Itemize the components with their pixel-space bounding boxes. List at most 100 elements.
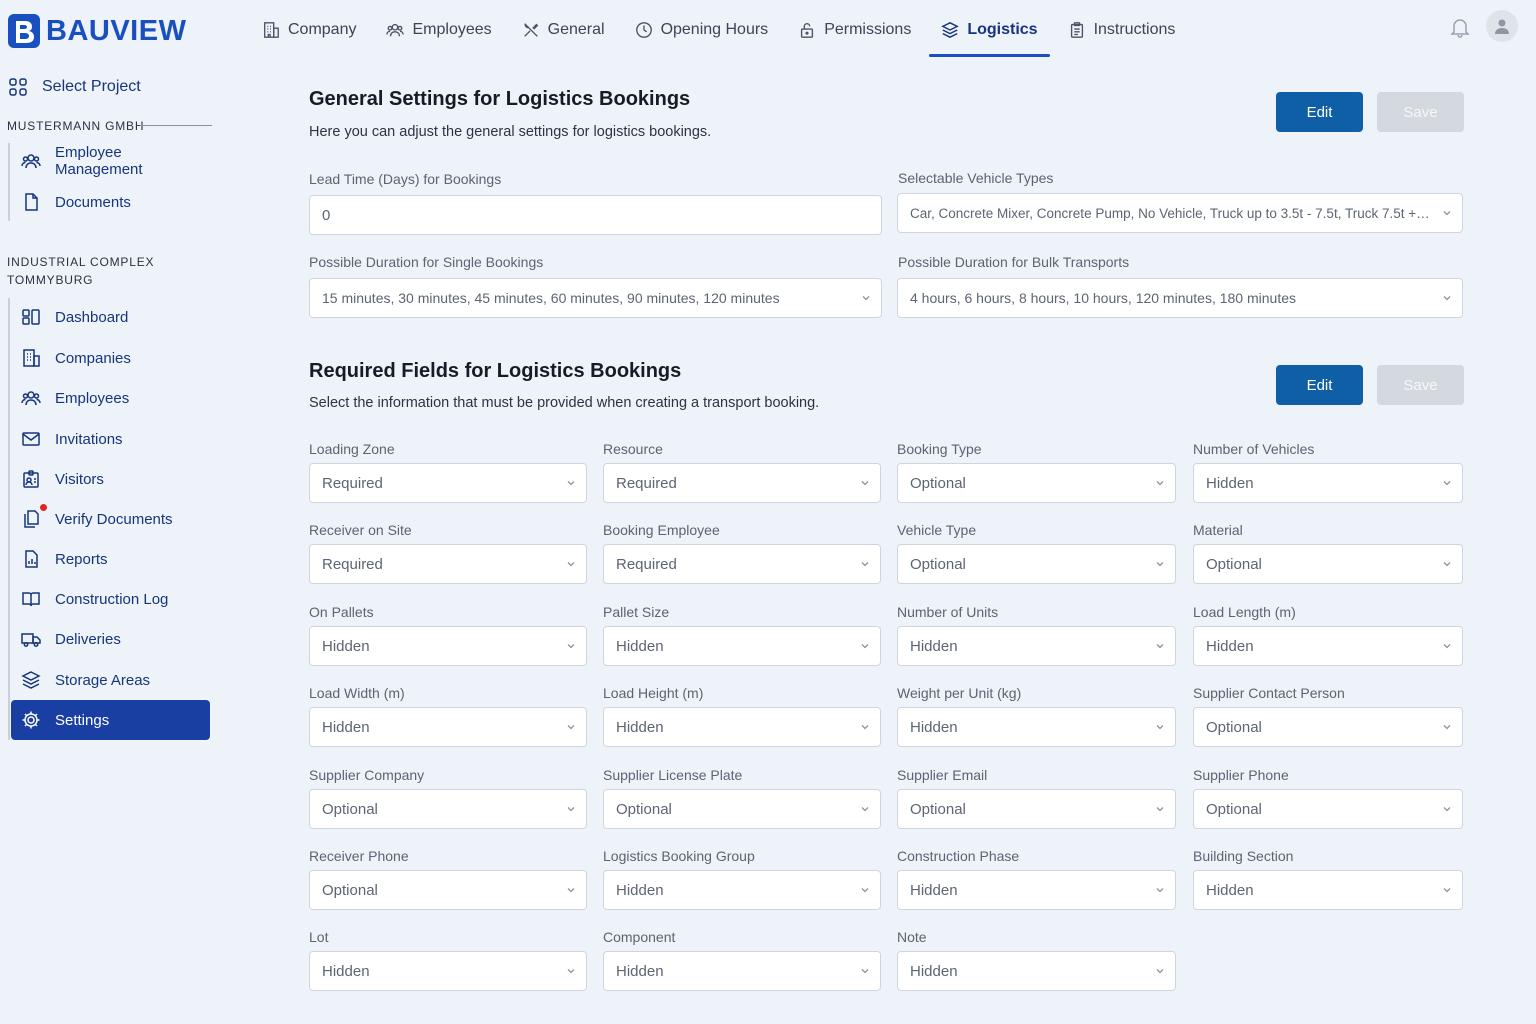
chevron-down-icon bbox=[1156, 481, 1164, 486]
sidebar-item-label: Construction Log bbox=[55, 590, 169, 608]
select-project-label: Select Project bbox=[42, 78, 141, 95]
weight-per-unit-kg-select[interactable]: Hidden bbox=[897, 707, 1176, 747]
resource-label: Resource bbox=[603, 441, 663, 457]
tab-logistics[interactable]: Logistics bbox=[929, 0, 1050, 60]
supplier-license-plate-select[interactable]: Optional bbox=[603, 789, 881, 829]
loading-zone-value: Required bbox=[322, 474, 383, 492]
tab-label: Opening Hours bbox=[660, 21, 769, 38]
sidebar-item-label: Verify Documents bbox=[55, 510, 173, 528]
chevron-down-icon bbox=[861, 969, 869, 974]
truck-icon bbox=[21, 633, 41, 647]
sidebar-item-documents[interactable]: Documents bbox=[11, 182, 210, 222]
tab-opening-hours[interactable]: Opening Hours bbox=[623, 0, 781, 60]
sidebar-item-deliveries[interactable]: Deliveries bbox=[11, 619, 210, 659]
component-select[interactable]: Hidden bbox=[603, 951, 881, 991]
sidebar-item-visitors[interactable]: Visitors bbox=[11, 459, 210, 499]
sidebar-item-label: Visitors bbox=[55, 470, 104, 488]
supplier-license-plate-value: Optional bbox=[616, 800, 672, 818]
number-of-units-select[interactable]: Hidden bbox=[897, 626, 1176, 666]
tab-instructions[interactable]: Instructions bbox=[1056, 0, 1188, 60]
clock-icon bbox=[635, 22, 652, 38]
lot-select[interactable]: Hidden bbox=[309, 951, 587, 991]
load-length-m-select[interactable]: Hidden bbox=[1193, 626, 1463, 666]
resource-select[interactable]: Required bbox=[603, 463, 881, 503]
sidebar-item-construction-log[interactable]: Construction Log bbox=[11, 579, 210, 619]
supplier-phone-select[interactable]: Optional bbox=[1193, 789, 1463, 829]
brand-logo[interactable]: BAUVIEW bbox=[8, 14, 186, 48]
select-project-link[interactable]: Select Project bbox=[8, 77, 141, 97]
sidebar-item-settings[interactable]: Settings bbox=[11, 700, 210, 740]
general-edit-button[interactable]: Edit bbox=[1276, 92, 1363, 132]
vehicle-type-select[interactable]: Optional bbox=[897, 544, 1176, 584]
tab-label: Instructions bbox=[1093, 21, 1176, 38]
supplier-email-select[interactable]: Optional bbox=[897, 789, 1176, 829]
avatar[interactable] bbox=[1486, 10, 1518, 42]
sidebar-item-employees[interactable]: Employees bbox=[11, 378, 210, 418]
supplier-company-select[interactable]: Optional bbox=[309, 789, 587, 829]
tab-label: Logistics bbox=[967, 21, 1038, 38]
sidebar-item-verify-documents[interactable]: Verify Documents bbox=[11, 499, 210, 539]
on-pallets-select[interactable]: Hidden bbox=[309, 626, 587, 666]
logistics-booking-group-value: Hidden bbox=[616, 881, 664, 899]
required-fields-description: Select the information that must be prov… bbox=[309, 395, 820, 411]
lot-label: Lot bbox=[309, 929, 329, 945]
booking-type-label: Booking Type bbox=[897, 441, 982, 457]
general-save-button[interactable]: Save bbox=[1377, 92, 1464, 132]
sidebar-item-invitations[interactable]: Invitations bbox=[11, 419, 210, 459]
tab-permissions[interactable]: Permissions bbox=[786, 0, 923, 60]
sidebar-item-storage-areas[interactable]: Storage Areas bbox=[11, 660, 210, 700]
vehicle-type-label: Vehicle Type bbox=[897, 522, 977, 538]
note-select[interactable]: Hidden bbox=[897, 951, 1176, 991]
chevron-down-icon bbox=[1443, 644, 1451, 649]
lead-time-input[interactable]: 0 bbox=[309, 195, 882, 235]
sidebar-item-dashboard[interactable]: Dashboard bbox=[11, 297, 210, 337]
load-length-m-value: Hidden bbox=[1206, 637, 1254, 655]
chevron-down-icon bbox=[861, 888, 869, 893]
chevron-down-icon bbox=[861, 644, 869, 649]
bulk-duration-select[interactable]: 4 hours, 6 hours, 8 hours, 10 hours, 120… bbox=[897, 278, 1463, 318]
notification-dot bbox=[40, 504, 47, 511]
number-of-vehicles-select[interactable]: Hidden bbox=[1193, 463, 1463, 503]
clipboard-icon bbox=[1070, 22, 1083, 38]
receiver-phone-select[interactable]: Optional bbox=[309, 870, 587, 910]
load-width-m-value: Hidden bbox=[322, 718, 370, 736]
booking-type-select[interactable]: Optional bbox=[897, 463, 1176, 503]
loading-zone-select[interactable]: Required bbox=[309, 463, 587, 503]
supplier-phone-value: Optional bbox=[1206, 800, 1262, 818]
material-select[interactable]: Optional bbox=[1193, 544, 1463, 584]
load-height-m-select[interactable]: Hidden bbox=[603, 707, 881, 747]
chevron-down-icon bbox=[1443, 296, 1451, 301]
tab-general[interactable]: General bbox=[510, 0, 617, 60]
construction-phase-select[interactable]: Hidden bbox=[897, 870, 1176, 910]
chevron-down-icon bbox=[1443, 888, 1451, 893]
user-icon bbox=[1495, 19, 1509, 34]
tab-label: General bbox=[547, 21, 605, 38]
vehicle-types-select[interactable]: Car, Concrete Mixer, Concrete Pump, No V… bbox=[897, 193, 1463, 233]
load-width-m-select[interactable]: Hidden bbox=[309, 707, 587, 747]
supplier-company-label: Supplier Company bbox=[309, 767, 425, 783]
sidebar-item-companies[interactable]: Companies bbox=[11, 338, 210, 378]
material-label: Material bbox=[1193, 522, 1243, 538]
booking-employee-select[interactable]: Required bbox=[603, 544, 881, 584]
logistics-booking-group-select[interactable]: Hidden bbox=[603, 870, 881, 910]
tab-employees[interactable]: Employees bbox=[374, 0, 503, 60]
book-icon bbox=[22, 592, 40, 607]
bell-icon[interactable] bbox=[1449, 16, 1471, 38]
building-section-label: Building Section bbox=[1193, 848, 1294, 864]
pallet-size-select[interactable]: Hidden bbox=[603, 626, 881, 666]
building-section-select[interactable]: Hidden bbox=[1193, 870, 1463, 910]
tab-company[interactable]: Company bbox=[250, 0, 368, 60]
sidebar-item-reports[interactable]: Reports bbox=[11, 539, 210, 579]
lot-value: Hidden bbox=[322, 962, 370, 980]
note-value: Hidden bbox=[910, 962, 958, 980]
single-duration-select[interactable]: 15 minutes, 30 minutes, 45 minutes, 60 m… bbox=[309, 278, 882, 318]
supplier-contact-person-select[interactable]: Optional bbox=[1193, 707, 1463, 747]
required-save-button[interactable]: Save bbox=[1377, 365, 1464, 405]
chevron-down-icon bbox=[1156, 562, 1164, 567]
receiver-on-site-select[interactable]: Required bbox=[309, 544, 587, 584]
supplier-email-label: Supplier Email bbox=[897, 767, 988, 783]
supplier-contact-person-value: Optional bbox=[1206, 718, 1262, 736]
documents-check-icon bbox=[24, 510, 39, 528]
sidebar-item-employee-management[interactable]: Employee Management bbox=[11, 141, 210, 181]
required-edit-button[interactable]: Edit bbox=[1276, 365, 1363, 405]
